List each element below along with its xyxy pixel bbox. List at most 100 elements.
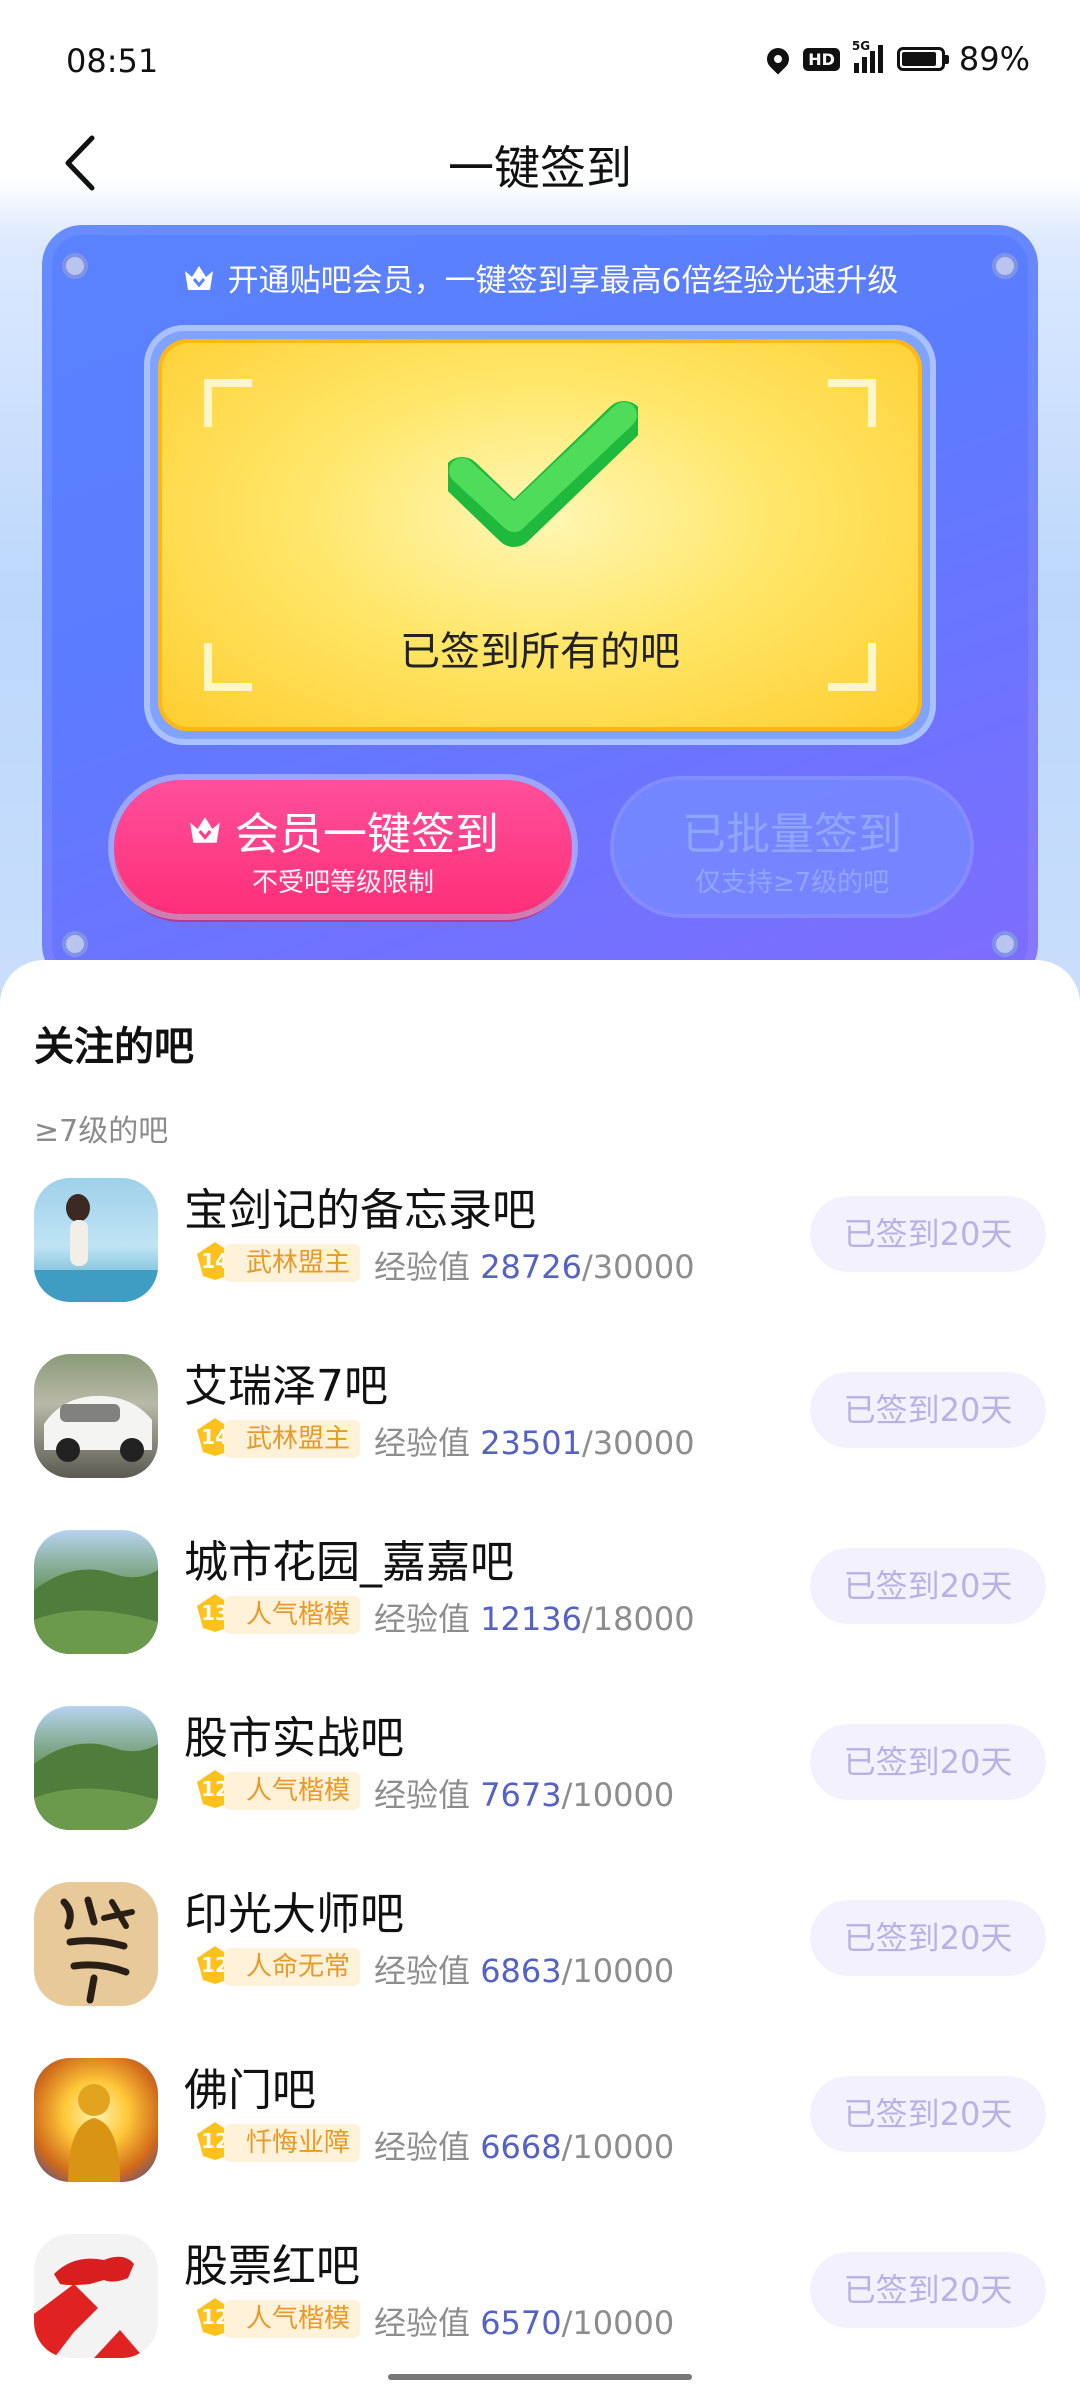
bar-name: 股票红吧 xyxy=(184,2241,360,2292)
bar-name: 佛门吧 xyxy=(184,2065,316,2116)
avatar-image-icon xyxy=(34,1743,158,1830)
exp-current: 6668 xyxy=(480,2128,562,2166)
bar-avatar xyxy=(34,1354,158,1478)
exp-label: 经验值 xyxy=(374,1776,471,1814)
batch-button-label: 已批量签到 xyxy=(682,809,902,860)
home-indicator[interactable] xyxy=(388,2374,692,2380)
result-text: 已签到所有的吧 xyxy=(400,629,680,675)
bar-exp: 经验值 23501/30000 xyxy=(374,1418,695,1464)
exp-total: /30000 xyxy=(581,1248,695,1286)
signin-card: 开通贴吧会员，一键签到享最高6倍经验光速升级 已签到所有的吧 会员一键签到 不受… xyxy=(42,225,1038,985)
section-title: 关注的吧 xyxy=(34,1024,194,1070)
battery-percent: 89% xyxy=(958,40,1030,78)
exp-total: /10000 xyxy=(561,2304,675,2342)
bar-exp: 经验值 28726/30000 xyxy=(374,1242,695,1288)
status-icons: HD 5G 89% xyxy=(762,39,1030,78)
promo-text: 开通贴吧会员，一键签到享最高6倍经验光速升级 xyxy=(227,263,899,299)
avatar-image-icon xyxy=(44,1395,152,1462)
bull-arrow-icon xyxy=(34,2256,144,2358)
exp-current: 23501 xyxy=(480,1424,582,1462)
bar-avatar xyxy=(34,1706,158,1830)
exp-total: /10000 xyxy=(561,2128,675,2166)
page-title: 一键签到 xyxy=(448,141,632,195)
section-subtitle: ≥7级的吧 xyxy=(34,1114,169,1149)
bar-member-title: 人气楷模 xyxy=(224,1596,361,1634)
result-panel: 已签到所有的吧 xyxy=(144,325,936,745)
buddha-image-icon xyxy=(68,2084,120,2182)
batch-button-sub: 仅支持≥7级的吧 xyxy=(694,868,890,898)
signed-days-button[interactable]: 已签到20天 xyxy=(810,1724,1046,1800)
bar-name: 艾瑞泽7吧 xyxy=(184,1361,388,1412)
crown-icon xyxy=(184,265,213,290)
vip-button-main: 会员一键签到 xyxy=(114,798,572,862)
bar-avatar xyxy=(34,1530,158,1654)
exp-total: /18000 xyxy=(581,1600,695,1638)
signed-days-button[interactable]: 已签到20天 xyxy=(810,1900,1046,1976)
hd-icon: HD xyxy=(803,47,840,71)
calligraphy-icon xyxy=(60,1896,135,2004)
bar-exp: 经验值 7673/10000 xyxy=(374,1770,674,1816)
bar-row[interactable]: 印光大师吧 12 人命无常 经验值 6863/10000 已签到20天 xyxy=(0,1874,1080,2024)
bar-exp: 经验值 6570/10000 xyxy=(374,2298,674,2344)
network-type: 5G xyxy=(851,39,871,53)
signed-days-button[interactable]: 已签到20天 xyxy=(810,1548,1046,1624)
signed-days-button[interactable]: 已签到20天 xyxy=(810,1196,1046,1272)
bar-avatar xyxy=(34,2234,158,2358)
battery-icon xyxy=(896,47,949,71)
bar-row[interactable]: 宝剑记的备忘录吧 14 武林盟主 经验值 28726/30000 已签到20天 xyxy=(0,1170,1080,1320)
signed-days-button[interactable]: 已签到20天 xyxy=(810,2252,1046,2328)
exp-label: 经验值 xyxy=(374,2128,471,2166)
bar-name: 印光大师吧 xyxy=(184,1889,404,1940)
exp-total: /10000 xyxy=(561,1952,675,1990)
status-time: 08:51 xyxy=(66,42,159,80)
exp-total: /10000 xyxy=(561,1776,675,1814)
status-bar: 08:51 HD 5G 89% xyxy=(0,0,1080,120)
bar-name: 宝剑记的备忘录吧 xyxy=(184,1185,536,1236)
nav-bar: 一键签到 xyxy=(0,110,1080,220)
decor-dot-icon xyxy=(992,931,1018,957)
exp-label: 经验值 xyxy=(374,2304,471,2342)
bar-name: 城市花园_嘉嘉吧 xyxy=(184,1537,514,1588)
location-icon xyxy=(762,43,794,75)
vip-promo-banner[interactable]: 开通贴吧会员，一键签到享最高6倍经验光速升级 xyxy=(42,255,1038,300)
avatar-image-icon xyxy=(34,1569,158,1654)
batch-signin-button: 已批量签到 仅支持≥7级的吧 xyxy=(614,780,970,914)
exp-total: /30000 xyxy=(581,1424,695,1462)
exp-label: 经验值 xyxy=(374,1600,471,1638)
corner-decor-icon xyxy=(828,379,876,427)
result-panel-inner: 已签到所有的吧 xyxy=(158,339,922,731)
bar-member-title: 人气楷模 xyxy=(224,1772,361,1810)
bar-avatar xyxy=(34,1178,158,1302)
vip-button-label: 会员一键签到 xyxy=(235,809,499,860)
bar-exp: 经验值 6668/10000 xyxy=(374,2122,674,2168)
bar-row[interactable]: 股票红吧 12 人气楷模 经验值 6570/10000 已签到20天 xyxy=(0,2226,1080,2376)
bar-member-title: 忏悔业障 xyxy=(224,2124,361,2162)
bar-exp: 经验值 6863/10000 xyxy=(374,1946,674,1992)
bar-avatar xyxy=(34,2058,158,2182)
bar-row[interactable]: 城市花园_嘉嘉吧 13 人气楷模 经验值 12136/18000 已签到20天 xyxy=(0,1522,1080,1672)
signed-days-button[interactable]: 已签到20天 xyxy=(810,2076,1046,2152)
exp-current: 6863 xyxy=(480,1952,562,1990)
decor-dot-icon xyxy=(62,931,88,957)
corner-decor-icon xyxy=(204,379,252,427)
vip-one-click-signin-button[interactable]: 会员一键签到 不受吧等级限制 xyxy=(114,780,572,914)
bar-row[interactable]: 佛门吧 12 忏悔业障 经验值 6668/10000 已签到20天 xyxy=(0,2050,1080,2200)
bar-member-title: 武林盟主 xyxy=(224,1244,361,1282)
avatar-image-icon xyxy=(34,1194,158,1302)
exp-label: 经验值 xyxy=(374,1424,471,1462)
signed-days-button[interactable]: 已签到20天 xyxy=(810,1372,1046,1448)
bar-avatar xyxy=(34,1882,158,2006)
bar-row[interactable]: 艾瑞泽7吧 14 武林盟主 经验值 23501/30000 已签到20天 xyxy=(0,1346,1080,1496)
bar-name: 股市实战吧 xyxy=(184,1713,404,1764)
bar-member-title: 人气楷模 xyxy=(224,2300,361,2338)
signal-icon: 5G xyxy=(852,39,883,73)
checkmark-icon xyxy=(448,401,638,547)
bar-row[interactable]: 股市实战吧 12 人气楷模 经验值 7673/10000 已签到20天 xyxy=(0,1698,1080,1848)
vip-button-sub: 不受吧等级限制 xyxy=(251,868,434,898)
followed-bars-sheet: 关注的吧 ≥7级的吧 宝剑记的备忘录吧 14 武林盟主 经验值 28726/30… xyxy=(0,960,1080,2400)
exp-label: 经验值 xyxy=(374,1952,471,1990)
bar-member-title: 人命无常 xyxy=(224,1948,361,1986)
exp-current: 12136 xyxy=(480,1600,582,1638)
exp-current: 7673 xyxy=(480,1776,562,1814)
crown-icon xyxy=(190,817,220,843)
